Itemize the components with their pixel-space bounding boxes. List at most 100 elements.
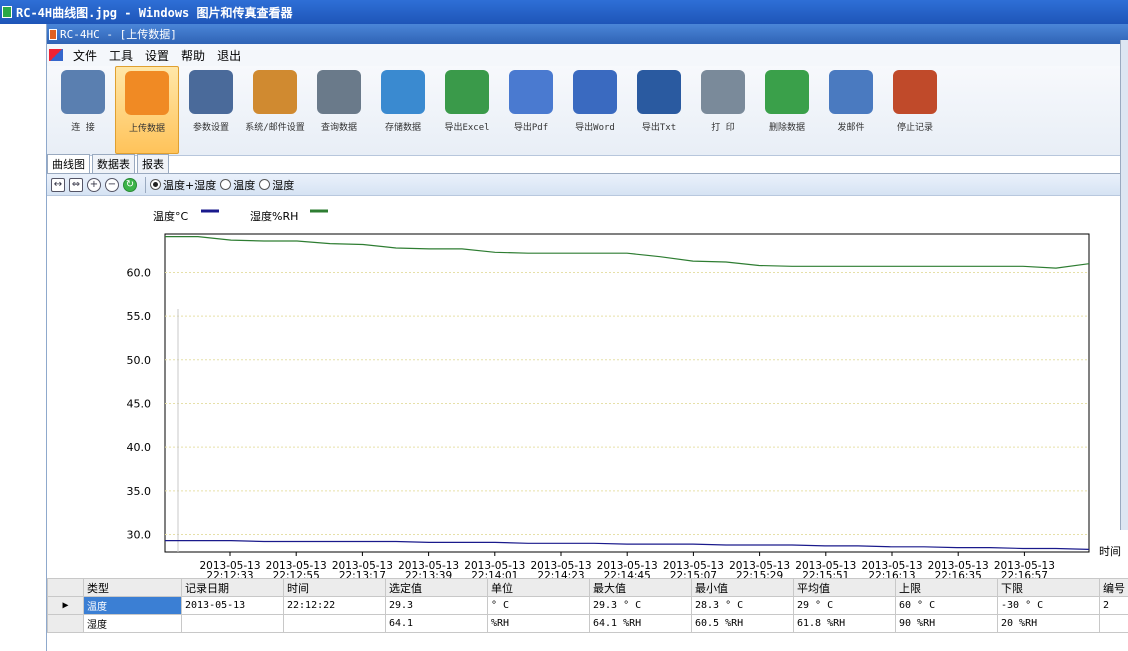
toolbar-button-search-data[interactable]: 查询数据 — [307, 66, 371, 154]
legend-label: 湿度%RH — [250, 209, 298, 223]
stop-record-icon — [893, 70, 937, 114]
toolbar-button-word[interactable]: 导出Word — [563, 66, 627, 154]
menu-tools[interactable]: 工具 — [103, 47, 139, 64]
toolbar-button-pdf[interactable]: 导出Pdf — [499, 66, 563, 154]
toolbar-button-label: 存储数据 — [384, 123, 421, 133]
menu-logo-icon — [49, 49, 63, 61]
y-tick-label: 55.0 — [127, 310, 152, 323]
toolbar-button-upload[interactable]: 上传数据 — [115, 66, 179, 154]
tab-data-table[interactable]: 数据表 — [92, 154, 135, 173]
data-grid: 类型 记录日期 时间 选定值 单位 最大值 最小值 平均值 上限 下限 编号 ▶ 温度 2013-05-… — [47, 578, 1128, 634]
grid-column-header[interactable]: 时间 — [283, 578, 386, 597]
radio-humidity[interactable]: 湿度 — [259, 177, 294, 193]
toolbar-button-save-data[interactable]: 存储数据 — [371, 66, 435, 154]
table-cell[interactable]: 61.8 %RH — [793, 614, 896, 633]
grid-column-header[interactable]: 下限 — [997, 578, 1100, 597]
table-cell[interactable]: 温度 — [83, 596, 182, 615]
connect-icon — [61, 70, 105, 114]
toolbar-button-label: 导出Excel — [444, 123, 490, 133]
table-cell[interactable]: -30 ° C — [997, 596, 1100, 615]
toolbar-button-stop-record[interactable]: 停止记录 — [883, 66, 947, 154]
menu-settings[interactable]: 设置 — [139, 47, 175, 64]
table-cell[interactable] — [1099, 614, 1128, 633]
toolbar-button-excel[interactable]: 导出Excel — [435, 66, 499, 154]
radio-temp-humidity[interactable]: 温度+湿度 — [150, 177, 216, 193]
save-data-icon — [381, 70, 425, 114]
app-titlebar: RC-4HC - [上传数据] — [47, 24, 1128, 44]
table-cell[interactable]: %RH — [487, 614, 590, 633]
toolbar-button-printer[interactable]: 打 印 — [691, 66, 755, 154]
table-cell[interactable]: 2013-05-13 — [181, 596, 284, 615]
current-row-indicator-icon[interactable]: ▶ — [47, 596, 84, 615]
grid-column-header[interactable]: 编号 — [1099, 578, 1128, 597]
table-cell[interactable]: 60 ° C — [895, 596, 998, 615]
grid-column-header[interactable]: 平均值 — [793, 578, 896, 597]
grid-column-header[interactable]: 最小值 — [691, 578, 794, 597]
menu-help[interactable]: 帮助 — [175, 47, 211, 64]
menu-exit[interactable]: 退出 — [211, 47, 247, 64]
y-tick-label: 50.0 — [127, 354, 152, 367]
table-row[interactable]: ▶ 温度 2013-05-13 22:12:22 29.3 ° C 29.3 ° C 28.3… — [47, 596, 1128, 615]
chart-toolbar: ↔ ⇔ + − ↻ 温度+湿度 温度 湿度 — [47, 174, 1128, 196]
toolbar-button-label: 参数设置 — [192, 123, 229, 133]
search-data-icon — [317, 70, 361, 114]
grid-column-header[interactable]: 记录日期 — [181, 578, 284, 597]
toolbar-button-recycle-bin[interactable]: 删除数据 — [755, 66, 819, 154]
fit-all-icon[interactable]: ⇔ — [69, 177, 83, 192]
radio-temperature[interactable]: 温度 — [220, 177, 255, 193]
main-toolbar: 连 接 上传数据 参数设置 系统/邮件设置 查询数据 存储数据 导出Excel 导出Pdf 导出… — [47, 66, 1128, 156]
excel-icon — [445, 70, 489, 114]
grid-column-header[interactable]: 类型 — [83, 578, 182, 597]
tab-report[interactable]: 报表 — [137, 154, 169, 173]
grid-column-header[interactable]: 单位 — [487, 578, 590, 597]
toolbar-button-label: 上传数据 — [128, 124, 165, 134]
row-header[interactable] — [47, 614, 84, 633]
table-row[interactable]: 湿度 64.1 %RH 64.1 %RH 60.5 %RH 61.8 %RH 90 %RH 2… — [47, 614, 1128, 633]
table-cell[interactable]: ° C — [487, 596, 590, 615]
table-cell[interactable] — [283, 614, 386, 633]
table-cell[interactable]: 2 — [1099, 596, 1128, 615]
viewer-app-icon — [2, 6, 12, 18]
table-cell[interactable]: 湿度 — [83, 614, 182, 633]
radio-dot — [259, 179, 271, 190]
radio-dot — [150, 179, 161, 190]
toolbar-button-mail[interactable]: 发邮件 — [819, 66, 883, 154]
toolbar-button-system-settings[interactable]: 系统/邮件设置 — [243, 66, 307, 154]
toolbar-separator — [145, 176, 146, 193]
recycle-bin-icon — [765, 70, 809, 114]
table-cell[interactable] — [181, 614, 284, 633]
toolbar-button-txt[interactable]: 导出Txt — [627, 66, 691, 154]
zoom-out-icon[interactable]: − — [105, 177, 119, 192]
gear-icon — [189, 70, 233, 114]
menu-file[interactable]: 文件 — [67, 47, 103, 64]
tab-curve[interactable]: 曲线图 — [47, 154, 90, 173]
viewer-title: RC-4H曲线图.jpg - Windows 图片和传真查看器 — [16, 5, 293, 20]
toolbar-button-label: 停止记录 — [896, 123, 933, 133]
toolbar-button-label: 连 接 — [71, 123, 95, 133]
table-cell[interactable]: 60.5 %RH — [691, 614, 794, 633]
toolbar-button-label: 发邮件 — [837, 123, 865, 133]
zoom-in-icon[interactable]: + — [87, 177, 101, 192]
table-cell[interactable]: 22:12:22 — [283, 596, 386, 615]
grid-column-header[interactable]: 上限 — [895, 578, 998, 597]
fit-width-icon[interactable]: ↔ — [51, 177, 65, 192]
radio-label: 湿度 — [272, 178, 295, 192]
toolbar-button-connect[interactable]: 连 接 — [51, 66, 115, 154]
table-cell[interactable]: 28.3 ° C — [691, 596, 794, 615]
plot-frame — [164, 233, 1090, 553]
grid-column-header[interactable]: 选定值 — [385, 578, 488, 597]
table-cell[interactable]: 29.3 ° C — [589, 596, 692, 615]
refresh-icon[interactable]: ↻ — [123, 177, 137, 192]
table-cell[interactable]: 29.3 — [385, 596, 488, 615]
grid-column-header[interactable]: 最大值 — [589, 578, 692, 597]
viewer-titlebar: RC-4H曲线图.jpg - Windows 图片和传真查看器 — [0, 0, 1128, 24]
toolbar-button-label: 导出Pdf — [513, 123, 549, 133]
toolbar-button-label: 系统/邮件设置 — [245, 123, 305, 133]
table-cell[interactable]: 20 %RH — [997, 614, 1100, 633]
table-cell[interactable]: 90 %RH — [895, 614, 998, 633]
table-cell[interactable]: 64.1 %RH — [589, 614, 692, 633]
table-cell[interactable]: 64.1 — [385, 614, 488, 633]
table-cell[interactable]: 29 ° C — [793, 596, 896, 615]
right-scroll-edge[interactable] — [1120, 40, 1128, 530]
toolbar-button-gear[interactable]: 参数设置 — [179, 66, 243, 154]
